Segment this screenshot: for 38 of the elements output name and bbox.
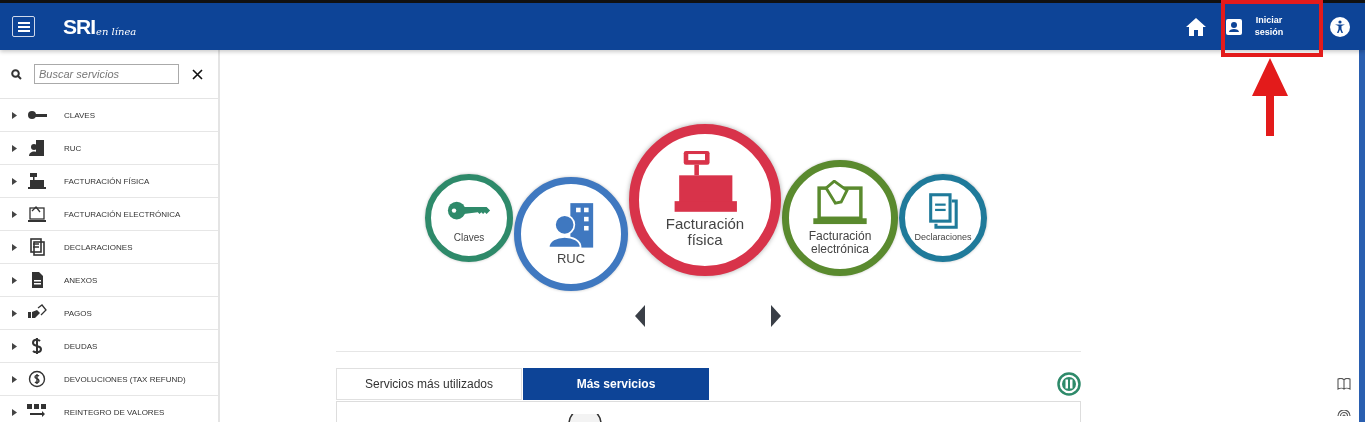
sidebar-item[interactable]: CLAVES <box>0 99 218 132</box>
sidebar-item[interactable]: FACTURACIÓN ELECTRÓNICA <box>0 198 218 231</box>
service-circle[interactable]: Declaraciones <box>899 174 987 262</box>
service-circle[interactable]: Claves <box>425 174 513 262</box>
close-icon[interactable] <box>192 68 203 80</box>
register-icon <box>27 172 47 190</box>
tab[interactable]: Más servicios <box>523 368 709 400</box>
sidebar-item[interactable]: ANEXOS <box>0 264 218 297</box>
pause-icon[interactable] <box>1057 372 1081 396</box>
building-icon <box>27 139 47 157</box>
search-icon <box>11 68 22 80</box>
tab[interactable]: Servicios más utilizados <box>336 368 522 400</box>
menu-icon <box>16 20 31 33</box>
sidebar-item[interactable]: PAGOS <box>0 297 218 330</box>
logo-text: SRI <box>63 14 95 39</box>
sidebar-item[interactable]: REINTEGRO DE VALORES <box>0 396 218 422</box>
laptop-icon <box>27 205 47 223</box>
next-arrow[interactable] <box>771 305 781 327</box>
sidebar-item[interactable]: FACTURACIÓN FÍSICA <box>0 165 218 198</box>
book-icon[interactable] <box>1337 378 1351 390</box>
sidebar-item[interactable]: RUC <box>0 132 218 165</box>
sidebar-item[interactable]: DECLARACIONES <box>0 231 218 264</box>
laptop-icon <box>811 179 869 226</box>
documents-icon <box>27 238 47 256</box>
service-circle[interactable]: Facturación electrónica <box>782 160 898 276</box>
login-button[interactable]: Iniciar sesión <box>1218 6 1308 47</box>
search-field[interactable]: Buscar servicios <box>34 64 179 84</box>
sidebar-item[interactable]: DEUDAS <box>0 330 218 363</box>
home-icon[interactable] <box>1186 17 1206 36</box>
service-circle[interactable]: RUC <box>514 177 628 291</box>
user-icon <box>1226 18 1242 35</box>
logo-subtitle: en línea <box>96 25 137 37</box>
sidebar-item[interactable]: DEVOLUCIONES (TAX REFUND) <box>0 363 218 396</box>
coin-icon <box>27 370 47 388</box>
service-circle[interactable]: Facturación física <box>629 124 781 276</box>
menu-button[interactable] <box>12 16 35 37</box>
accessibility-icon[interactable] <box>1330 16 1350 37</box>
previous-arrow[interactable] <box>635 305 645 327</box>
